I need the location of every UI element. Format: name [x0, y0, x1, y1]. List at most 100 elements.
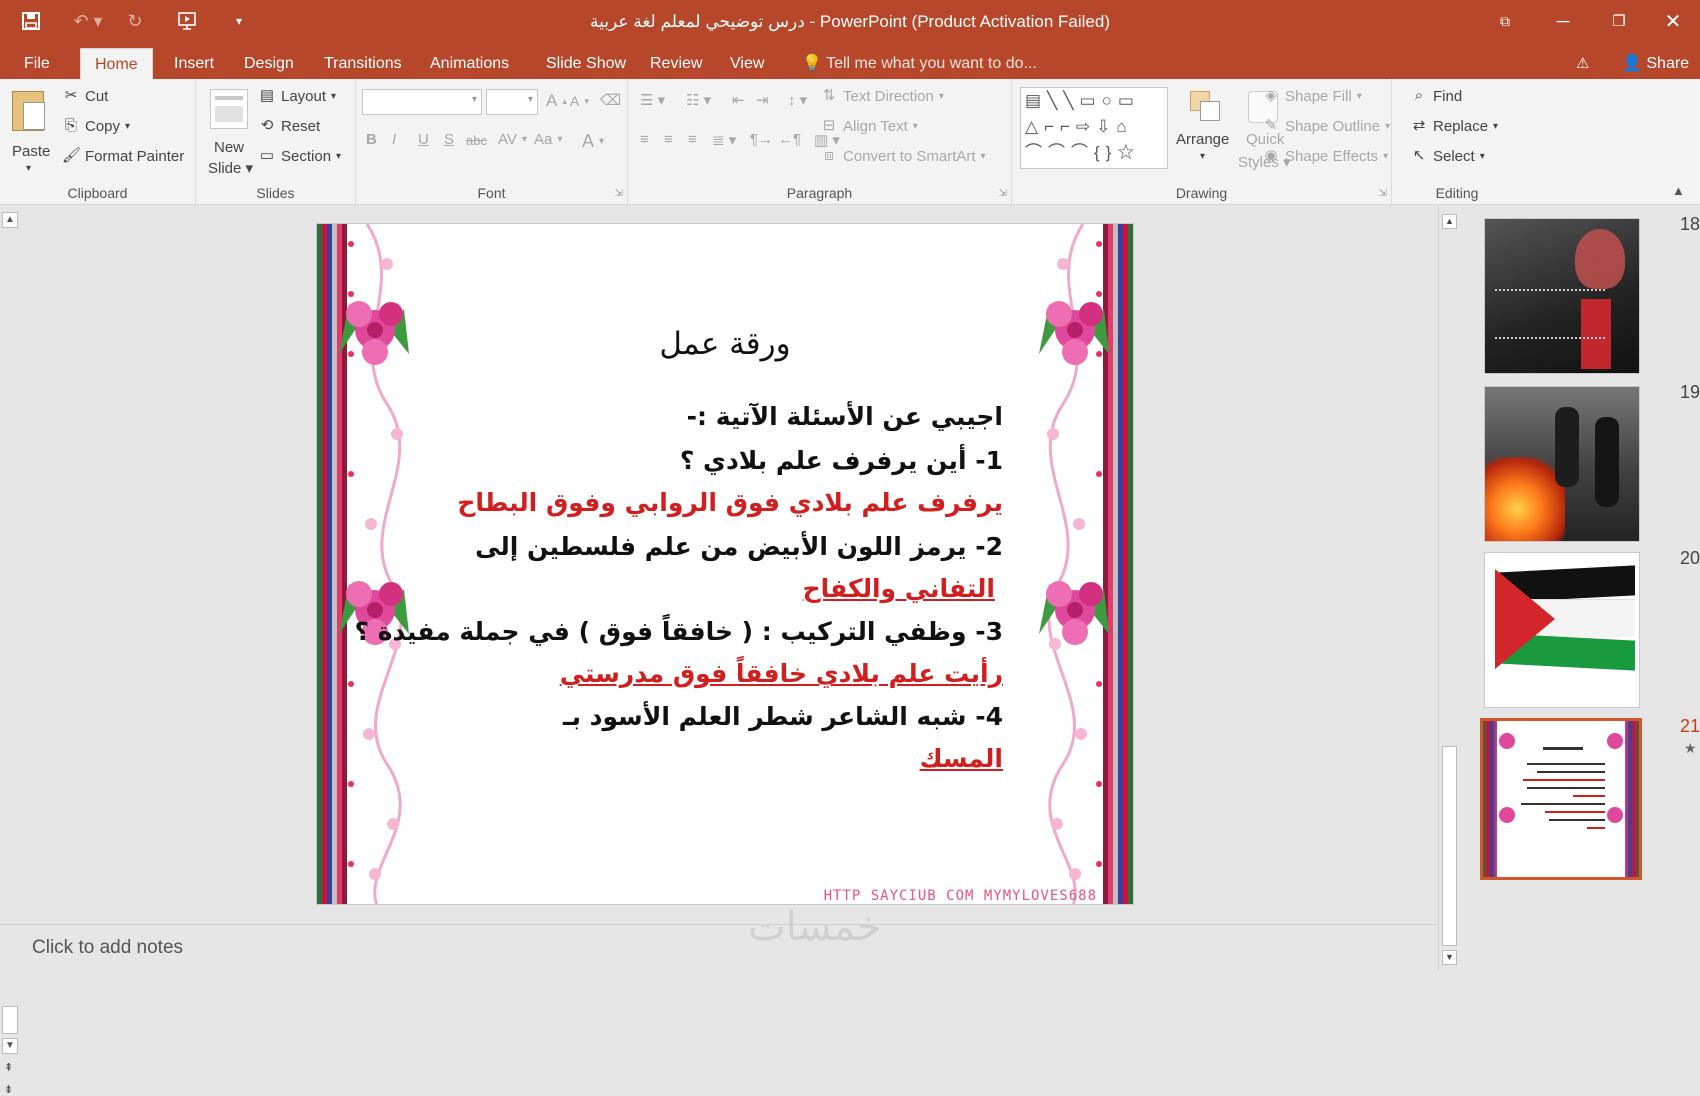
- strikethrough-button[interactable]: abc: [466, 133, 487, 148]
- scroll-up-icon[interactable]: ▲: [1442, 214, 1457, 229]
- slide-text-line[interactable]: اجيبي عن الأسئلة الآتية :-: [687, 402, 1003, 431]
- slide-text-line[interactable]: 2- يرمز اللون الأبيض من علم فلسطين إلى: [475, 532, 1003, 561]
- select-button[interactable]: ↖ Select ▾: [1410, 147, 1485, 165]
- slide-title[interactable]: ورقة عمل: [317, 326, 1133, 362]
- shape-fill-label: Shape Fill: [1285, 87, 1352, 105]
- slide-text-line[interactable]: 3- وظفي التركيب : ( خافقاً فوق ) في جملة…: [355, 617, 1003, 646]
- slide-thumbnail-20[interactable]: [1484, 552, 1640, 708]
- share-button[interactable]: 👤 Share: [1608, 48, 1700, 79]
- align-left-icon[interactable]: ≡: [640, 131, 649, 148]
- shape-effects-button[interactable]: ◉ Shape Effects ▾: [1262, 147, 1388, 165]
- slide-answer-line[interactable]: المسك: [920, 744, 1003, 773]
- slide-thumbnail-18[interactable]: [1484, 218, 1640, 374]
- new-slide-label-2-wrap: Slide ▾: [208, 160, 254, 177]
- line-spacing-icon[interactable]: ↕ ▾: [788, 91, 807, 109]
- tab-animations[interactable]: Animations: [416, 48, 523, 79]
- figure-shape: [1595, 417, 1619, 507]
- tab-review[interactable]: Review: [636, 48, 716, 79]
- slide-text-line[interactable]: 4- شبه الشاعر شطر العلم الأسود بـ: [563, 702, 1003, 731]
- bullets-icon[interactable]: ☰ ▾: [640, 91, 665, 109]
- tab-transitions[interactable]: Transitions: [310, 48, 416, 79]
- tell-me-box[interactable]: 💡 Tell me what you want to do...: [788, 48, 1051, 79]
- scroll-down-icon[interactable]: ▼: [1442, 950, 1457, 965]
- copy-button[interactable]: ⎘ Copy ▾: [62, 117, 130, 135]
- minimize-icon[interactable]: ─: [1540, 6, 1586, 36]
- shape-fill-button[interactable]: ◈ Shape Fill ▾: [1262, 87, 1362, 105]
- underline-button[interactable]: U: [418, 131, 429, 148]
- slide-answer-line[interactable]: التفاني والكفاح: [803, 574, 995, 603]
- drawing-dialog-launcher-icon[interactable]: ⇲: [1379, 188, 1387, 199]
- restore-icon[interactable]: ❐: [1596, 6, 1642, 36]
- tab-design[interactable]: Design: [230, 48, 308, 79]
- shadow-button[interactable]: S: [444, 131, 454, 148]
- layout-icon: ▤: [259, 87, 275, 104]
- shape-outline-button[interactable]: ✎ Shape Outline ▾: [1262, 117, 1390, 135]
- slide-canvas[interactable]: ورقة عمل اجيبي عن الأسئلة الآتية :- 1- أ…: [316, 223, 1134, 905]
- align-right-icon[interactable]: ≡: [688, 131, 697, 148]
- tab-home[interactable]: Home: [80, 48, 153, 79]
- character-spacing-button[interactable]: AV ▾: [498, 131, 527, 148]
- warning-icon[interactable]: ⚠: [1562, 48, 1603, 79]
- collapse-ribbon-icon[interactable]: ▲: [1672, 183, 1685, 198]
- new-slide-button[interactable]: New Slide ▾: [204, 85, 254, 185]
- convert-smartart-button[interactable]: ⧈ Convert to SmartArt ▾: [820, 147, 985, 165]
- shapes-gallery[interactable]: ▤╲╲▭○▭ △⌐⌐⇨⇩⌂ ⌒⌒⌒{}☆: [1020, 87, 1168, 169]
- replace-button[interactable]: ⇄ Replace ▾: [1410, 117, 1498, 135]
- prev-slide-icon[interactable]: ⇞: [4, 1061, 13, 1074]
- cut-button[interactable]: ✂ Cut: [62, 87, 109, 105]
- paragraph-dialog-launcher-icon[interactable]: ⇲: [999, 188, 1007, 199]
- scroll-thumb[interactable]: [2, 1006, 18, 1034]
- slide-thumbnails-pane: 18 19 20 21 ★: [1462, 206, 1700, 970]
- change-case-button[interactable]: Aa ▾: [534, 131, 562, 148]
- align-text-button[interactable]: ⊟ Align Text ▾: [820, 117, 918, 135]
- mini-rose: [1499, 807, 1515, 823]
- arrange-button[interactable]: Arrange ▾: [1176, 85, 1236, 185]
- italic-button[interactable]: I: [392, 131, 396, 148]
- find-button[interactable]: ⌕ Find: [1410, 87, 1462, 105]
- bold-button[interactable]: B: [366, 131, 377, 148]
- clear-formatting-icon[interactable]: ⌫: [600, 91, 621, 109]
- rtl-icon[interactable]: ←¶: [778, 131, 801, 148]
- font-name-box[interactable]: ▾: [362, 89, 482, 115]
- reset-button[interactable]: ⟲ Reset: [258, 117, 320, 135]
- tab-insert[interactable]: Insert: [160, 48, 228, 79]
- font-color-button[interactable]: A ▾: [582, 131, 604, 152]
- slide-text-line[interactable]: 1- أين يرفرف علم بلادي ؟: [680, 446, 1003, 475]
- ribbon-display-icon[interactable]: ⧉: [1482, 6, 1528, 36]
- next-slide-icon[interactable]: ⇟: [4, 1083, 13, 1096]
- decrease-indent-icon[interactable]: ⇤: [732, 91, 745, 109]
- numbering-icon[interactable]: ☷ ▾: [686, 91, 711, 109]
- case-icon: Aa: [534, 131, 553, 148]
- scroll-thumb[interactable]: [1442, 746, 1457, 946]
- font-dialog-launcher-icon[interactable]: ⇲: [615, 188, 623, 199]
- left-scroll-strip: ▲ ▼ ⇞ ⇟: [0, 206, 22, 1096]
- format-painter-button[interactable]: 🖌 Format Painter: [62, 147, 184, 165]
- slide-answer-line[interactable]: رأيت علم بلادي خافقاً فوق مدرستي: [560, 659, 1003, 688]
- tab-file[interactable]: File: [10, 48, 64, 79]
- ltr-icon[interactable]: ¶→: [750, 131, 773, 148]
- font-color-icon: A: [582, 131, 595, 151]
- fire-shape: [1485, 457, 1565, 541]
- tab-slide-show[interactable]: Slide Show: [532, 48, 640, 79]
- slide-scrollbar[interactable]: ▲ ▼: [1438, 206, 1460, 970]
- slide-thumbnail-19[interactable]: [1484, 386, 1640, 542]
- layout-button[interactable]: ▤ Layout ▾: [258, 87, 336, 105]
- scroll-up-icon[interactable]: ▲: [2, 212, 18, 228]
- slide-thumbnail-21[interactable]: [1480, 718, 1642, 880]
- notes-pane[interactable]: Click to add notes: [0, 924, 1438, 970]
- tab-view[interactable]: View: [716, 48, 778, 79]
- notes-placeholder[interactable]: Click to add notes: [32, 937, 183, 959]
- increase-indent-icon[interactable]: ⇥: [756, 91, 769, 109]
- scroll-down-icon[interactable]: ▼: [2, 1038, 18, 1054]
- effects-icon: ◉: [1264, 147, 1278, 164]
- align-center-icon[interactable]: ≡: [664, 131, 673, 148]
- section-button[interactable]: ▭ Section ▾: [258, 147, 341, 165]
- font-size-box[interactable]: ▾: [486, 89, 538, 115]
- slide-answer-line[interactable]: يرفرف علم بلادي فوق الروابي وفوق البطاح: [457, 488, 1003, 517]
- text-direction-button[interactable]: ⇅ Text Direction ▾: [820, 87, 944, 105]
- shrink-font-button[interactable]: A ▾: [570, 93, 589, 109]
- paste-button[interactable]: Paste ▾: [6, 87, 52, 183]
- grow-font-button[interactable]: A ▴: [546, 91, 567, 111]
- close-icon[interactable]: ✕: [1650, 6, 1696, 36]
- justify-icon[interactable]: ≣ ▾: [712, 131, 736, 149]
